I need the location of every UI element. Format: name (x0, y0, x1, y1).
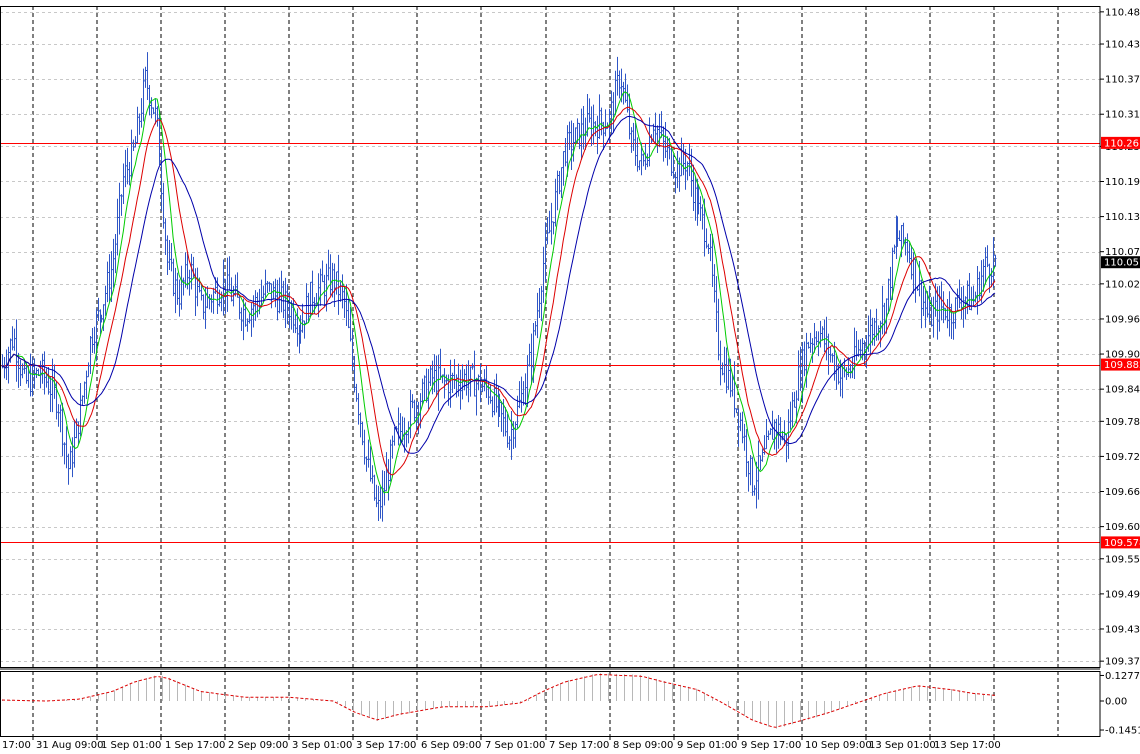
level-price-tag: 110.261 (1104, 138, 1140, 149)
oscillator-tick-label: -0.1451 (1105, 726, 1140, 737)
price-chart[interactable]: 110.485110.430110.370110.310110.255110.1… (0, 0, 1140, 754)
price-tick-label: 109.840 (1105, 385, 1140, 396)
price-tick-label: 109.430 (1105, 624, 1140, 635)
time-tick-label: 3 Sep 17:00 (356, 740, 416, 751)
level-price-tag: 109.882 (1104, 360, 1140, 371)
time-tick-label: 1 Sep 17:00 (165, 740, 225, 751)
chart-background (0, 0, 1140, 754)
time-tick-label: 10 Sep 09:00 (805, 740, 872, 751)
time-tick-label: 9 Sep 17:00 (741, 740, 801, 751)
price-tick-label: 110.135 (1105, 212, 1140, 223)
price-tick-label: 110.485 (1105, 7, 1140, 18)
price-tick-label: 109.605 (1105, 522, 1140, 533)
price-tick-label: 110.370 (1105, 75, 1140, 86)
price-tick-label: 110.020 (1105, 279, 1140, 290)
time-tick-label: 31 Aug 09:00 (36, 740, 103, 751)
price-tick-label: 109.550 (1105, 554, 1140, 565)
price-tick-label: 110.430 (1105, 40, 1140, 51)
price-tick-label: 110.310 (1105, 110, 1140, 121)
time-tick-label: 7 Sep 17:00 (549, 740, 609, 751)
oscillator-tick-label: 0.00 (1105, 697, 1127, 708)
price-tick-label: 109.960 (1105, 314, 1140, 325)
time-tick-label: 9 Sep 01:00 (677, 740, 737, 751)
time-tick-label: 6 Sep 09:00 (421, 740, 481, 751)
price-tick-label: 109.665 (1105, 487, 1140, 498)
price-tick-label: 109.785 (1105, 417, 1140, 428)
time-tick-label: 13 Sep 17:00 (934, 740, 1001, 751)
time-tick-label: 8 Sep 09:00 (613, 740, 673, 751)
current-price-tag: 110.057 (1104, 258, 1140, 269)
time-tick-label: 2 Sep 09:00 (228, 740, 288, 751)
time-tick-label: 7 Sep 01:00 (485, 740, 545, 751)
price-tick-label: 109.375 (1105, 657, 1140, 668)
time-tick-label: 17:00 (2, 740, 31, 751)
time-tick-label: 3 Sep 01:00 (292, 740, 352, 751)
time-tick-label: 1 Sep 01:00 (101, 740, 161, 751)
level-price-tag: 109.578 (1104, 538, 1140, 549)
time-tick-label: 13 Sep 01:00 (869, 740, 936, 751)
oscillator-tick-label: 0.1277 (1105, 671, 1140, 682)
price-tick-label: 110.195 (1105, 177, 1140, 188)
price-tick-label: 109.490 (1105, 589, 1140, 600)
price-tick-label: 109.725 (1105, 452, 1140, 463)
